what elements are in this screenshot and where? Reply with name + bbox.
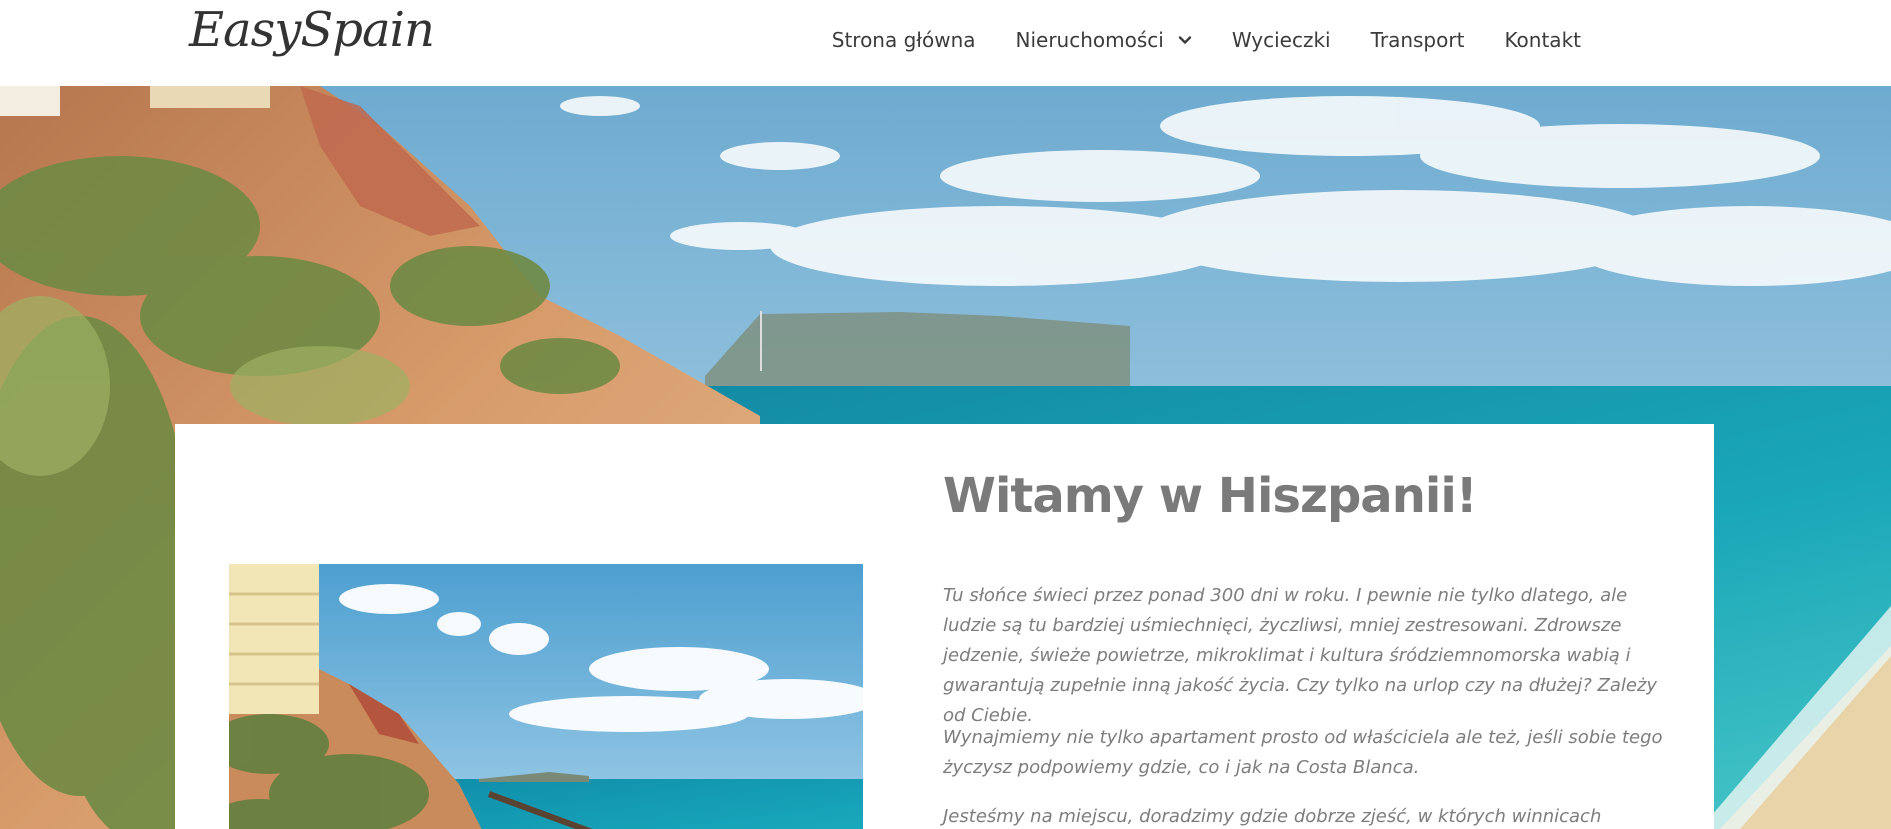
site-header: EasySpain Strona główna Nieruchomości Wy… <box>0 0 1891 86</box>
intro-paragraph: Tu słońce świeci przez ponad 300 dni w r… <box>943 585 1658 726</box>
services-paragraph: Wynajmiemy nie tylko apartament prosto o… <box>943 727 1663 778</box>
nav-item-home[interactable]: Strona główna <box>812 28 996 52</box>
coastline-photo <box>229 564 863 829</box>
nav-item-label: Nieruchomości <box>1015 28 1164 52</box>
welcome-card: Witamy w Hiszpanii! Tu słońce świeci prz… <box>175 424 1714 829</box>
page-title: Witamy w Hiszpanii! <box>943 468 1478 524</box>
nav-item-contact[interactable]: Kontakt <box>1484 28 1601 52</box>
nav-item-properties[interactable]: Nieruchomości <box>996 28 1212 52</box>
main-nav: Strona główna Nieruchomości Wycieczki Tr… <box>812 0 1601 80</box>
chevron-down-icon <box>1178 36 1192 44</box>
nav-item-transport[interactable]: Transport <box>1351 28 1485 52</box>
nav-item-label: Transport <box>1370 28 1465 52</box>
nav-item-label: Strona główna <box>831 28 976 52</box>
local-tips-paragraph: Jesteśmy na miejscu, doradzimy gdzie dob… <box>943 806 1602 827</box>
nav-item-trips[interactable]: Wycieczki <box>1212 28 1351 52</box>
nav-item-label: Wycieczki <box>1231 28 1331 52</box>
nav-item-label: Kontakt <box>1504 28 1581 52</box>
site-logo[interactable]: EasySpain <box>189 2 435 58</box>
